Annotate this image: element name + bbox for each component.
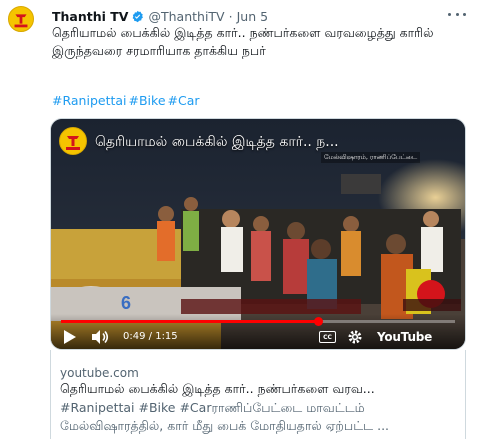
video-location-caption: மேல்விஷாரம், ராணிப்பேட்டை — [321, 152, 421, 163]
tweet-header: Thanthi TV @ThanthiTV · Jun 5 — [52, 8, 268, 24]
volume-icon — [92, 330, 109, 344]
author-avatar[interactable] — [8, 6, 34, 32]
author-name[interactable]: Thanthi TV — [52, 9, 128, 24]
hashtag-car[interactable]: #Car — [168, 93, 200, 108]
more-dots-icon[interactable] — [448, 7, 466, 21]
time-current: 0:49 — [123, 331, 146, 342]
play-icon — [64, 330, 76, 344]
verified-badge-icon — [133, 10, 144, 22]
cc-icon: CC — [319, 331, 336, 343]
video-channel-logo[interactable] — [59, 127, 87, 155]
progress-bar[interactable] — [61, 317, 455, 326]
progress-fill — [61, 320, 318, 323]
volume-button[interactable] — [91, 328, 109, 346]
settings-button[interactable] — [347, 328, 363, 346]
youtube-card[interactable]: 6 தெரியாமல் பைக்கில் இடித்த கார்.. ந... … — [50, 118, 466, 350]
hashtag-ranipettai[interactable]: #Ranipettai — [52, 93, 127, 108]
cc-button[interactable]: CC — [319, 328, 336, 346]
thanthi-tv-logo — [60, 128, 86, 154]
tweet-date[interactable]: Jun 5 — [237, 9, 268, 24]
thanthi-tv-logo — [9, 7, 33, 31]
progress-handle[interactable] — [314, 317, 323, 326]
video-player[interactable]: 6 தெரியாமல் பைக்கில் இடித்த கார்.. ந... … — [51, 119, 465, 349]
tweet-hashtags: #Ranipettai #Bike #Car — [52, 93, 202, 108]
link-description-line-2: மேல்விஷாரத்தில், கார் மீது பைக் மோதியதால… — [60, 418, 390, 433]
time-separator: / — [145, 331, 156, 342]
link-description: #Ranipettai #Bike #Carராணிப்பேட்டை மாவட்… — [60, 399, 460, 435]
time-display: 0:49 / 1:15 — [123, 331, 178, 342]
header-separator: · — [228, 8, 233, 24]
youtube-logo: YouTube — [377, 330, 433, 344]
time-total: 1:15 — [155, 331, 178, 342]
settings-icon — [348, 330, 362, 344]
tweet-text: தெரியாமல் பைக்கில் இடித்த கார்.. நண்பர்க… — [52, 25, 434, 58]
play-button[interactable] — [63, 328, 77, 346]
link-description-line-1: #Ranipettai #Bike #Carராணிப்பேட்டை மாவட்… — [60, 400, 365, 415]
link-domain[interactable]: youtube.com — [60, 366, 139, 380]
author-handle[interactable]: @ThanthiTV — [148, 9, 224, 24]
link-title[interactable]: தெரியாமல் பைக்கில் இடித்த கார்.. நண்பர்க… — [60, 381, 460, 398]
video-title[interactable]: தெரியாமல் பைக்கில் இடித்த கார்.. ந... — [95, 134, 339, 152]
hashtag-bike[interactable]: #Bike — [129, 93, 166, 108]
video-controls: 0:49 / 1:15 CC YouTube — [51, 314, 465, 349]
channel-number-overlay: 6 — [121, 293, 131, 313]
youtube-button[interactable]: YouTube — [377, 328, 432, 346]
